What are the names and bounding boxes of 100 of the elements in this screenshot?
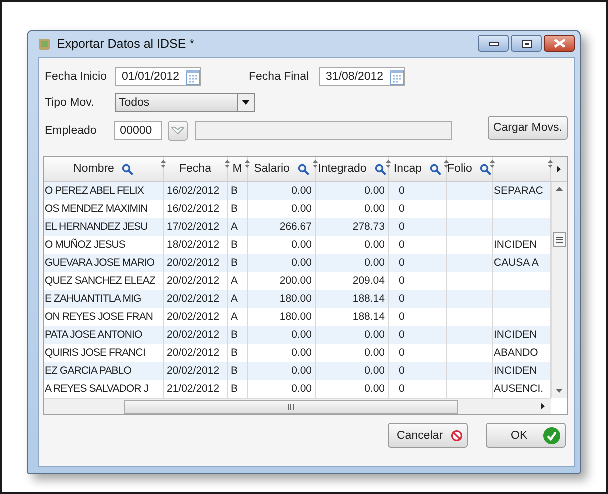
search-icon[interactable] xyxy=(374,164,386,174)
table-cell-text: CAUSA A xyxy=(494,256,539,271)
table-cell-text: 200.00 xyxy=(280,274,312,289)
employee-field[interactable]: 00000 xyxy=(114,121,162,140)
vertical-scrollbar[interactable] xyxy=(551,182,567,398)
table-cell-text: B xyxy=(231,364,238,379)
table-cell-text: 0.00 xyxy=(292,382,312,397)
calendar-icon[interactable] xyxy=(390,68,404,84)
checkmark-icon xyxy=(543,426,561,444)
dropdown-arrow-icon[interactable] xyxy=(242,100,250,105)
table-cell-text: ABANDO xyxy=(494,346,538,361)
table-cell-text: 0 xyxy=(399,310,405,325)
table-cell-text: A xyxy=(231,220,238,235)
table-cell-text: 0.00 xyxy=(292,184,312,199)
table-cell-text: A xyxy=(231,292,238,307)
table-cell-text: 18/02/2012 xyxy=(167,238,220,253)
table-cell-text: 278.73 xyxy=(352,220,385,235)
column-header[interactable]: Salario xyxy=(248,157,316,181)
minimize-button[interactable] xyxy=(478,35,509,52)
grip-icon[interactable] xyxy=(556,236,563,242)
table-cell-text: 0.00 xyxy=(364,346,385,361)
table-cell-text: 20/02/2012 xyxy=(167,292,220,307)
table-cell-text: 0.00 xyxy=(364,202,385,217)
scroll-right-icon[interactable] xyxy=(541,403,545,410)
close-button[interactable] xyxy=(544,35,575,52)
table-cell-text: EL HERNANDEZ JESU xyxy=(45,220,148,235)
table-cell-text: 266.67 xyxy=(280,220,312,235)
scroll-up-icon[interactable] xyxy=(556,187,563,191)
table-cell-text: INCIDEN xyxy=(494,328,538,343)
table-cell-text: B xyxy=(231,202,238,217)
table-cell-text: 0.00 xyxy=(364,364,385,379)
table-cell-text: EZ GARCIA PABLO xyxy=(45,364,132,379)
column-header[interactable]: Folio xyxy=(447,157,493,181)
load-button[interactable]: Cargar Movs. xyxy=(488,116,568,140)
table-cell-text: 16/02/2012 xyxy=(167,184,220,199)
table-cell-text: 0 xyxy=(399,274,405,289)
grip-icon[interactable] xyxy=(288,404,294,410)
table-cell-text: B xyxy=(231,238,238,253)
search-icon[interactable] xyxy=(480,164,492,174)
table-cell-text: OS MENDEZ MAXIMIN xyxy=(45,202,148,217)
scroll-down-icon[interactable] xyxy=(556,389,563,393)
table-cell-text: ON REYES JOSE FRAN xyxy=(45,310,154,325)
ok-button[interactable]: OK xyxy=(486,423,566,448)
search-icon[interactable] xyxy=(430,164,442,174)
table-cell-text: 0.00 xyxy=(292,328,312,343)
table-cell-text: PATA JOSE ANTONIO xyxy=(45,328,142,343)
table-cell-text: 20/02/2012 xyxy=(167,364,220,379)
sort-icon[interactable] xyxy=(444,160,449,168)
table-cell-text: B xyxy=(231,328,238,343)
table-cell-text: QUEZ SANCHEZ ELEAZ xyxy=(45,274,156,289)
horizontal-scrollbar[interactable] xyxy=(44,398,551,414)
table-cell-text: 188.14 xyxy=(352,292,385,307)
table-cell-text: 188.14 xyxy=(352,310,385,325)
date-field[interactable]: 01/01/2012 xyxy=(115,67,201,86)
table-cell-text: GUEVARA JOSE MARIO xyxy=(45,256,155,271)
table-cell-text: INCIDEN xyxy=(494,238,538,253)
table-cell-text: 0.00 xyxy=(364,238,385,253)
table-cell-text: AUSENCI. xyxy=(494,382,544,397)
calendar-icon[interactable] xyxy=(186,68,200,84)
table-cell-text: 0 xyxy=(399,256,405,271)
table-cell-text: 20/02/2012 xyxy=(167,328,220,343)
minimize-icon xyxy=(488,42,498,46)
column-header[interactable]: Fecha xyxy=(164,157,228,181)
table-cell-text: B xyxy=(231,382,238,397)
search-icon[interactable] xyxy=(122,164,134,174)
table-cell-text: A xyxy=(231,274,238,289)
field-label: Tipo Mov. xyxy=(44,96,96,108)
table-cell-text: 0 xyxy=(399,382,405,397)
column-header[interactable]: M xyxy=(228,157,248,181)
table-cell-text: 20/02/2012 xyxy=(167,310,220,325)
table-cell-text: 0.00 xyxy=(292,238,312,253)
window-title: Exportar Datos al IDSE * xyxy=(57,37,196,51)
table-cell-text: 16/02/2012 xyxy=(167,202,220,217)
table-cell-text: A xyxy=(231,310,238,325)
search-icon[interactable] xyxy=(298,164,309,174)
date-field[interactable]: 31/08/2012 xyxy=(319,67,405,86)
column-header[interactable]: Nombre xyxy=(44,157,164,181)
cancel-button[interactable]: Cancelar xyxy=(388,423,468,448)
table-cell-text: 0 xyxy=(399,238,405,253)
table-cell-text: O PEREZ ABEL FELIX xyxy=(45,184,144,199)
table-cell-text: 0 xyxy=(399,202,405,217)
table-cell-text: 0 xyxy=(399,364,405,379)
table-cell-text: 0 xyxy=(399,292,405,307)
table-cell-text: 0.00 xyxy=(292,202,312,217)
column-header[interactable]: Incap xyxy=(389,157,447,181)
scroll-right-icon[interactable] xyxy=(557,166,561,172)
table-cell-text: 20/02/2012 xyxy=(167,346,220,361)
restore-icon xyxy=(522,40,532,48)
table-cell-text: 0.00 xyxy=(364,328,385,343)
field-label: Fecha Inicio xyxy=(44,70,108,82)
type-dropdown[interactable]: Todos xyxy=(115,93,255,112)
maximize-button[interactable] xyxy=(511,35,542,52)
table-cell-text: 209.04 xyxy=(352,274,385,289)
close-icon xyxy=(554,39,566,48)
table-cell-text: 0 xyxy=(399,220,405,235)
table-cell-text: QUIRIS JOSE FRANCI xyxy=(45,346,146,361)
column-header[interactable]: Integrado xyxy=(316,157,389,181)
employee-name-field[interactable] xyxy=(194,121,452,140)
app-icon xyxy=(38,38,51,50)
table-cell-text: INCIDEN xyxy=(494,364,538,379)
